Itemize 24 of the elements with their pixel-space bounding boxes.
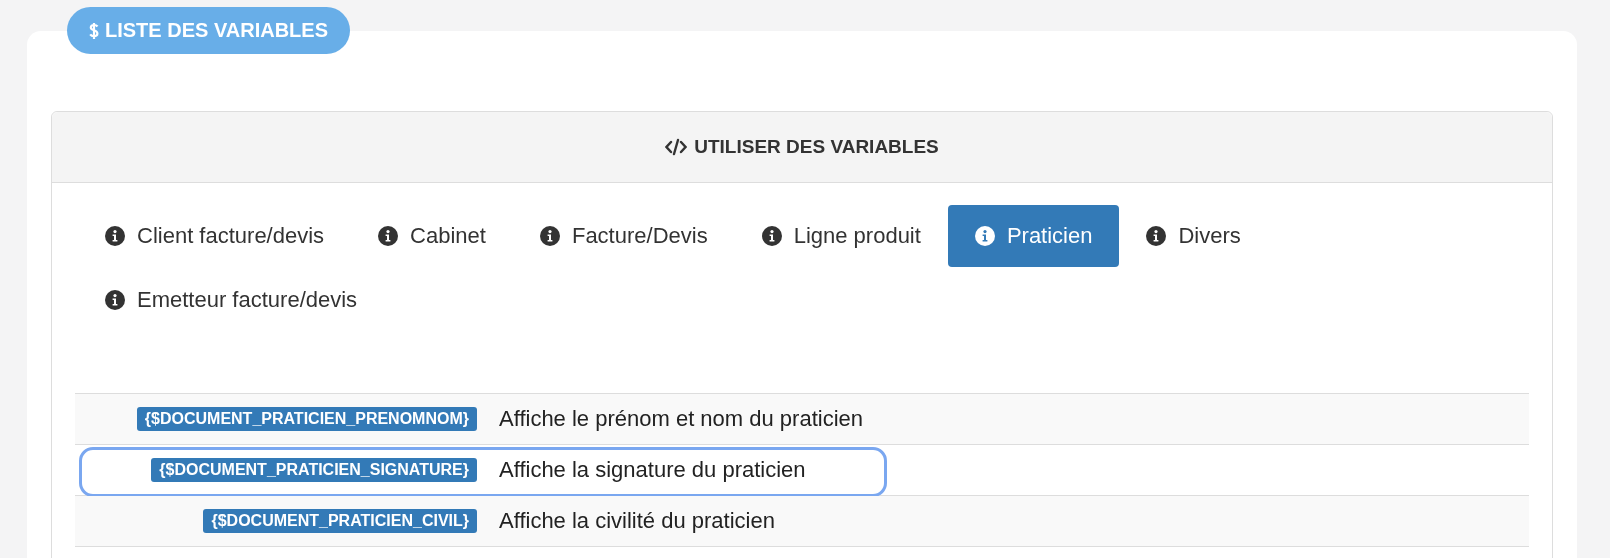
info-icon — [378, 226, 399, 246]
tab[interactable]: Emetteur facture/devis — [78, 269, 385, 331]
variable-code[interactable]: {$DOCUMENT_PRATICIEN_SIGNATURE} — [151, 458, 477, 482]
variable-description: Affiche la signature du praticien — [499, 457, 806, 483]
code-icon — [665, 138, 688, 156]
info-icon — [761, 226, 782, 246]
info-icon — [105, 290, 125, 310]
tab[interactable]: Divers — [1119, 205, 1268, 267]
variable-code[interactable]: {$DOCUMENT_PRATICIEN_CIVIL} — [203, 509, 477, 533]
info-icon — [1146, 226, 1167, 246]
panel-title: UTILISER DES VARIABLES — [694, 136, 939, 158]
tab[interactable]: Ligne produit — [734, 205, 948, 267]
variable-description: Affiche le prénom et nom du praticien — [499, 406, 864, 432]
tab[interactable]: Client facture/devis — [78, 205, 352, 267]
variable-code[interactable]: {$DOCUMENT_PRATICIEN_PRENOMNOM} — [136, 407, 477, 431]
tab[interactable]: Facture/Devis — [512, 205, 735, 267]
info-icon — [539, 226, 560, 246]
tab[interactable]: Cabinet — [351, 205, 513, 267]
variable-description: Affiche la civilité du praticien — [499, 508, 775, 534]
tab[interactable]: Praticien — [947, 205, 1120, 267]
dollar-icon — [89, 21, 99, 40]
info-icon — [105, 226, 125, 246]
info-icon — [974, 226, 995, 246]
badge-label: LISTE DES VARIABLES — [105, 19, 328, 42]
